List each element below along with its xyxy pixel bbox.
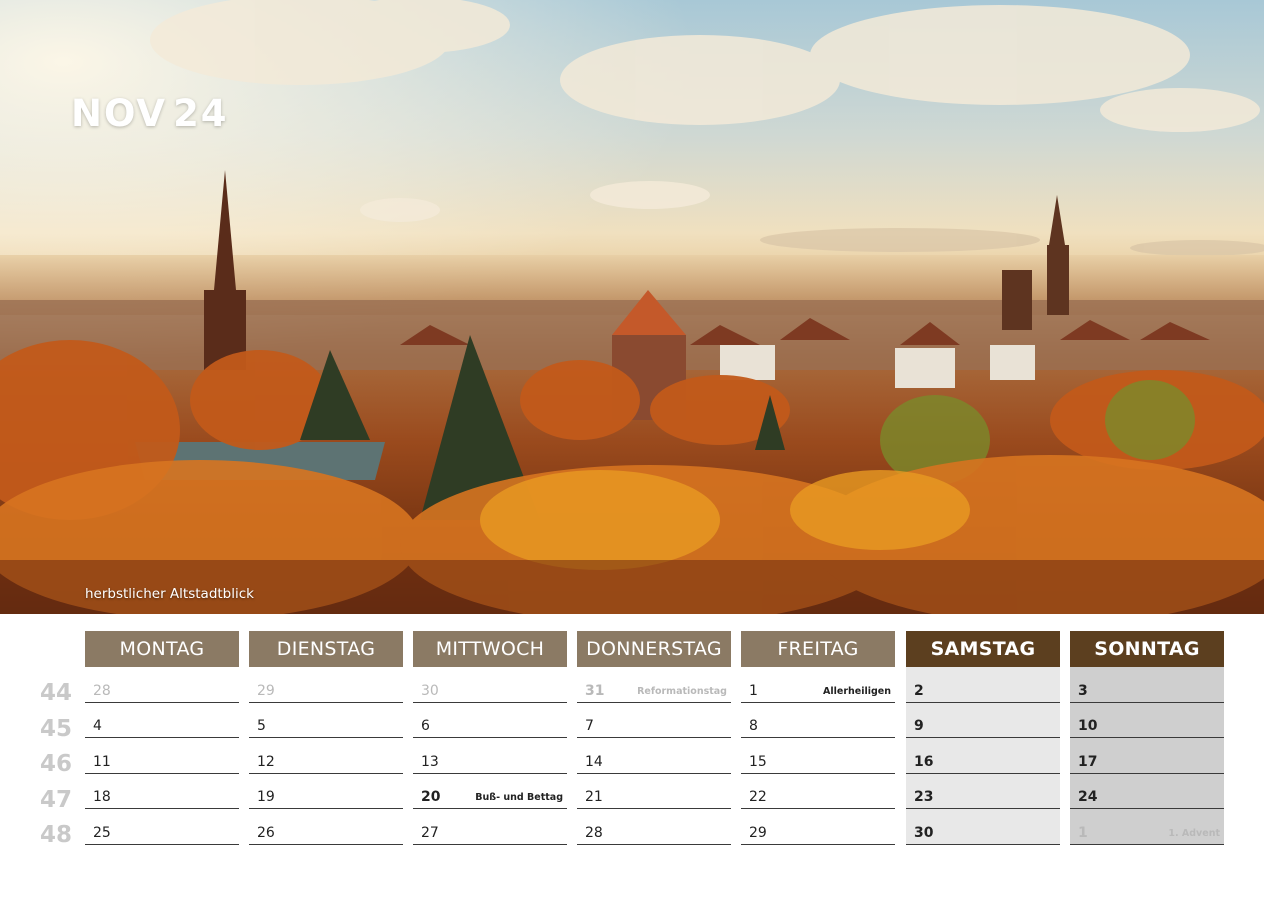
day-cell: 14: [577, 739, 731, 774]
day-number: 24: [1078, 789, 1098, 805]
day-number: 19: [257, 789, 275, 805]
day-number: 31: [585, 683, 605, 699]
day-cell: 5: [249, 703, 403, 738]
day-number: 4: [93, 718, 102, 734]
day-cell: 13: [413, 739, 567, 774]
day-cell: 4: [85, 703, 239, 738]
day-cell: 6: [413, 703, 567, 738]
day-header-thursday: DONNERSTAG: [577, 631, 731, 667]
day-number: 28: [585, 825, 603, 841]
day-number: 7: [585, 718, 594, 734]
day-cell: 19: [249, 774, 403, 809]
week-number: 48: [40, 822, 73, 848]
day-header-friday: FREITAG: [741, 631, 895, 667]
day-number: 2: [914, 683, 924, 699]
week-number: 47: [40, 787, 73, 813]
day-number: 8: [749, 718, 758, 734]
day-number: 16: [914, 754, 934, 770]
day-cell: 9: [906, 703, 1060, 738]
day-cell: 12: [249, 739, 403, 774]
day-header-monday: MONTAG: [85, 631, 239, 667]
day-number: 27: [421, 825, 439, 841]
day-number: 14: [585, 754, 603, 770]
day-number: 11: [93, 754, 111, 770]
day-number: 21: [585, 789, 603, 805]
day-cell: 22: [741, 774, 895, 809]
day-cell: 20 Buß- und Bettag: [413, 774, 567, 809]
day-number: 3: [1078, 683, 1088, 699]
day-cell: 11: [85, 739, 239, 774]
day-number: 1: [1078, 825, 1088, 841]
day-number: 1: [749, 683, 758, 699]
holiday-label: 1. Advent: [1168, 828, 1220, 839]
holiday-label: Allerheiligen: [823, 686, 891, 697]
day-header-tuesday: DIENSTAG: [249, 631, 403, 667]
autumn-oldtown-photo: NOV 24 herbstlicher Altstadtblick: [0, 0, 1264, 614]
day-cell: 30: [906, 810, 1060, 845]
day-cell: 29: [249, 668, 403, 703]
day-cell: 21: [577, 774, 731, 809]
day-cell: 29: [741, 810, 895, 845]
day-number: 30: [421, 683, 439, 699]
day-cell: 8: [741, 703, 895, 738]
day-number: 29: [257, 683, 275, 699]
day-number: 9: [914, 718, 924, 734]
day-number: 25: [93, 825, 111, 841]
day-number: 18: [93, 789, 111, 805]
day-header-saturday: SAMSTAG: [906, 631, 1060, 667]
day-number: 29: [749, 825, 767, 841]
day-number: 30: [914, 825, 934, 841]
day-cell: 16: [906, 739, 1060, 774]
holiday-label: Buß- und Bettag: [475, 792, 563, 803]
week-number: 45: [40, 716, 73, 742]
day-cell: 28: [577, 810, 731, 845]
week-number: 46: [40, 751, 73, 777]
day-header-sunday: SONNTAG: [1070, 631, 1224, 667]
day-cell: 30: [413, 668, 567, 703]
day-cell: 26: [249, 810, 403, 845]
photo-caption: herbstlicher Altstadtblick: [85, 586, 254, 602]
day-cell: 3: [1070, 668, 1224, 703]
day-cell: 1 Allerheiligen: [741, 668, 895, 703]
day-number: 26: [257, 825, 275, 841]
day-cell: 28: [85, 668, 239, 703]
day-cell: 18: [85, 774, 239, 809]
day-number: 23: [914, 789, 934, 805]
day-number: 6: [421, 718, 430, 734]
holiday-label: Reformationstag: [637, 686, 727, 697]
day-cell: 10: [1070, 703, 1224, 738]
day-cell: 15: [741, 739, 895, 774]
month-label: NOV: [71, 92, 168, 135]
day-number: 12: [257, 754, 275, 770]
day-number: 13: [421, 754, 439, 770]
day-number: 15: [749, 754, 767, 770]
day-cell: 27: [413, 810, 567, 845]
day-number: 20: [421, 789, 441, 805]
day-cell: 7: [577, 703, 731, 738]
day-cell: 24: [1070, 774, 1224, 809]
day-cell: 2: [906, 668, 1060, 703]
year-label: 24: [173, 92, 229, 135]
day-cell: 23: [906, 774, 1060, 809]
day-cell: 25: [85, 810, 239, 845]
day-number: 22: [749, 789, 767, 805]
week-number: 44: [40, 680, 73, 706]
day-cell: 17: [1070, 739, 1224, 774]
day-number: 17: [1078, 754, 1098, 770]
day-cell: 31 Reformationstag: [577, 668, 731, 703]
day-number: 5: [257, 718, 266, 734]
day-number: 10: [1078, 718, 1098, 734]
day-number: 28: [93, 683, 111, 699]
day-header-wednesday: MITTWOCH: [413, 631, 567, 667]
day-cell: 1 1. Advent: [1070, 810, 1224, 845]
month-title: NOV 24: [71, 92, 229, 135]
